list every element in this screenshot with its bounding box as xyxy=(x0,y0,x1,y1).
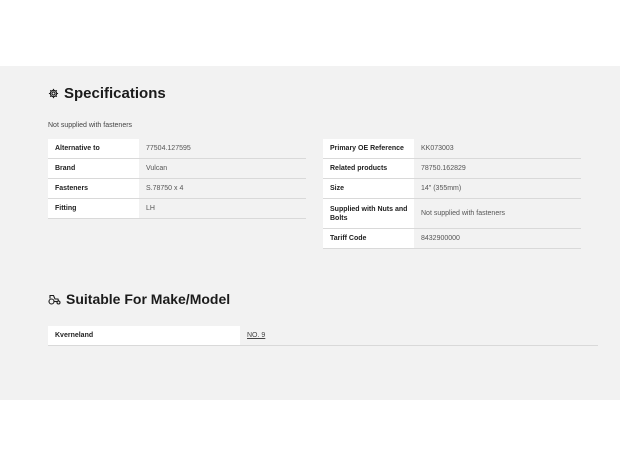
spec-label: Supplied with Nuts and Bolts xyxy=(323,198,414,229)
spec-value: 77504.127595 xyxy=(139,139,306,159)
spec-value: LH xyxy=(139,198,306,219)
spec-label: Alternative to xyxy=(48,139,139,159)
table-row: Brand Vulcan xyxy=(48,158,306,179)
table-row: Primary OE Reference KK073003 xyxy=(323,139,581,159)
spec-label: Related products xyxy=(323,158,414,179)
tractor-icon xyxy=(48,294,61,305)
spec-label: Primary OE Reference xyxy=(323,139,414,159)
table-row: Alternative to 77504.127595 xyxy=(48,139,306,159)
table-row: Size 14" (355mm) xyxy=(323,178,581,199)
table-row: Supplied with Nuts and Bolts Not supplie… xyxy=(323,198,581,229)
table-row: Fitting LH xyxy=(48,198,306,219)
spec-value: 14" (355mm) xyxy=(414,178,581,199)
specifications-title: Specifications xyxy=(64,85,166,102)
spec-value: 78750.162829 xyxy=(414,158,581,179)
table-row: Fasteners S.78750 x 4 xyxy=(48,178,306,199)
suitable-title: Suitable For Make/Model xyxy=(66,291,231,307)
make-label: Kverneland xyxy=(48,326,240,346)
spec-label: Size xyxy=(323,178,414,199)
model-cell: NO. 9 xyxy=(240,326,598,346)
make-model-table: Kverneland NO. 9 xyxy=(48,326,598,346)
model-link[interactable]: NO. 9 xyxy=(247,332,265,339)
spec-value: S.78750 x 4 xyxy=(139,178,306,199)
spec-table-right: Primary OE Reference KK073003 Related pr… xyxy=(323,139,581,249)
spec-label: Fasteners xyxy=(48,178,139,199)
suitable-heading: Suitable For Make/Model xyxy=(48,291,230,307)
spec-table-left: Alternative to 77504.127595 Brand Vulcan… xyxy=(48,139,306,219)
gear-icon xyxy=(48,88,59,99)
spec-label: Tariff Code xyxy=(323,228,414,249)
table-row: Related products 78750.162829 xyxy=(323,158,581,179)
spec-value: KK073003 xyxy=(414,139,581,159)
table-row: Kverneland NO. 9 xyxy=(48,326,598,346)
spec-value: 8432900000 xyxy=(414,228,581,249)
spec-label: Brand xyxy=(48,158,139,179)
spec-value: Not supplied with fasteners xyxy=(414,198,581,229)
specifications-note: Not supplied with fasteners xyxy=(48,122,133,129)
spec-value: Vulcan xyxy=(139,158,306,179)
table-row: Tariff Code 8432900000 xyxy=(323,228,581,249)
specifications-heading: Specifications xyxy=(48,85,166,102)
spec-label: Fitting xyxy=(48,198,139,219)
